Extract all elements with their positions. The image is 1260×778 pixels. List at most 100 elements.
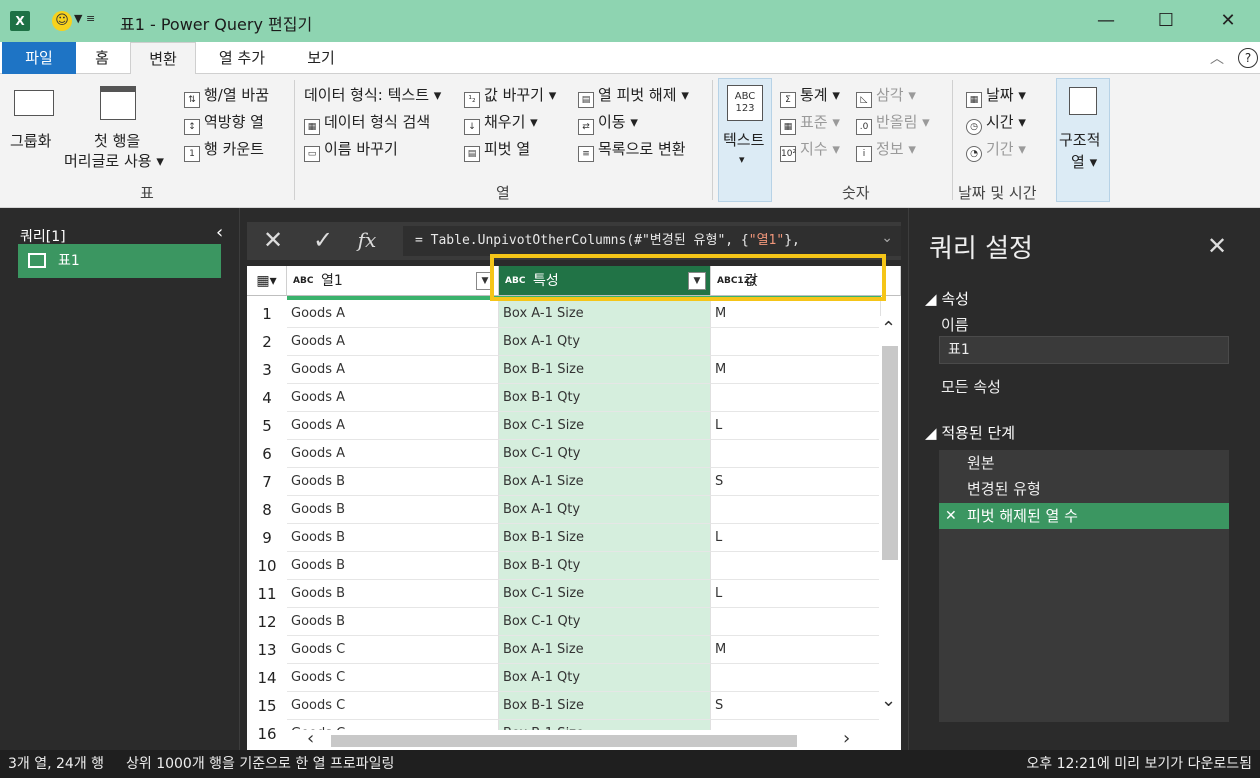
table-cell[interactable]: Goods B — [287, 608, 499, 636]
table-cell[interactable]: Goods B — [287, 580, 499, 608]
commit-formula-icon[interactable]: ✓ — [303, 226, 343, 254]
rename-button[interactable]: ▭ 이름 바꾸기 — [304, 138, 398, 162]
minimize-button[interactable]: — — [1076, 6, 1136, 36]
table-cell[interactable]: Box C-1 Qty — [499, 608, 711, 636]
tab-view[interactable]: 보기 — [288, 42, 354, 74]
text-column-button[interactable]: ABC 123 텍스트 ▾ — [718, 78, 772, 202]
properties-section[interactable]: ◢ 속성 — [925, 288, 969, 309]
close-button[interactable]: ✕ — [1198, 6, 1258, 36]
tab-file[interactable]: 파일 — [2, 42, 76, 74]
convert-to-list-button[interactable]: ≡ 목록으로 변환 — [578, 138, 686, 162]
table-cell[interactable]: Goods A — [287, 328, 499, 356]
table-cell[interactable]: Box B-1 Size — [499, 524, 711, 552]
table-cell[interactable]: M — [711, 636, 881, 664]
move-button[interactable]: ⇄ 이동 ▾ — [578, 111, 638, 135]
applied-steps-section[interactable]: ◢ 적용된 단계 — [925, 422, 1015, 443]
duration-button[interactable]: ◔ 기간 ▾ — [966, 138, 1026, 162]
row-number[interactable]: 13 — [247, 636, 287, 664]
reverse-rows-button[interactable]: ↕ 역방향 열 — [184, 111, 264, 135]
use-first-row-headers-line1[interactable]: 첫 행을 — [94, 130, 140, 151]
table-cell[interactable]: Box B-1 Qty — [499, 552, 711, 580]
table-cell[interactable]: Goods A — [287, 440, 499, 468]
tab-add-column[interactable]: 열 추가 — [200, 42, 284, 74]
table-cell[interactable] — [711, 384, 881, 412]
table-cell[interactable]: S — [711, 468, 881, 496]
table-cell[interactable]: Goods B — [287, 552, 499, 580]
table-cell[interactable]: Box C-1 Size — [499, 580, 711, 608]
table-cell[interactable]: Goods C — [287, 664, 499, 692]
horizontal-scrollbar[interactable]: ‹ › — [287, 728, 879, 750]
text-type-icon[interactable]: ABC — [293, 276, 317, 286]
table-cell[interactable]: Box C-1 Size — [499, 412, 711, 440]
query-name-input[interactable]: 표1 — [939, 336, 1229, 364]
information-button[interactable]: i 정보 ▾ — [856, 138, 916, 162]
scroll-right-icon[interactable]: › — [843, 728, 850, 749]
table-menu-icon[interactable]: ▦▾ — [247, 266, 287, 296]
fill-button[interactable]: ↓ 채우기 ▾ — [464, 111, 538, 135]
feedback-smiley-icon[interactable]: ☺ — [52, 11, 72, 31]
table-cell[interactable]: Box A-1 Size — [499, 636, 711, 664]
table-cell[interactable] — [711, 608, 881, 636]
vertical-scroll-thumb[interactable] — [882, 346, 898, 560]
transpose-button[interactable]: ⇅ 행/열 바꿈 — [184, 84, 269, 108]
table-cell[interactable]: Box A-1 Size — [499, 468, 711, 496]
cancel-formula-icon[interactable]: ✕ — [253, 226, 293, 254]
table-cell[interactable] — [711, 440, 881, 468]
row-number[interactable]: 7 — [247, 468, 287, 496]
row-number[interactable]: 14 — [247, 664, 287, 692]
detect-data-type-button[interactable]: ▦ 데이터 형식 검색 — [304, 111, 430, 135]
count-rows-button[interactable]: 1행 카운트 — [184, 138, 264, 162]
step-source[interactable]: 원본 — [939, 450, 1229, 476]
tab-transform[interactable]: 변환 — [130, 42, 196, 75]
table-cell[interactable]: Box A-1 Size — [499, 300, 711, 328]
table-cell[interactable]: M — [711, 356, 881, 384]
time-button[interactable]: ◷ 시간 ▾ — [966, 111, 1026, 135]
status-profiling[interactable]: 상위 1000개 행을 기준으로 한 열 프로파일링 — [126, 750, 394, 778]
table-cell[interactable]: Goods A — [287, 300, 499, 328]
table-cell[interactable]: Goods A — [287, 356, 499, 384]
all-properties-link[interactable]: 모든 속성 — [941, 376, 1001, 397]
table-cell[interactable]: L — [711, 524, 881, 552]
row-number[interactable]: 6 — [247, 440, 287, 468]
table-cell[interactable]: Box A-1 Qty — [499, 496, 711, 524]
row-number[interactable]: 11 — [247, 580, 287, 608]
collapse-pane-icon[interactable]: ‹ — [216, 222, 223, 243]
scroll-left-icon[interactable]: ‹ — [307, 728, 314, 749]
group-by-button[interactable]: 그룹화 — [10, 130, 51, 151]
collapse-ribbon-icon[interactable]: ︿ — [1210, 48, 1224, 68]
table-cell[interactable]: Box A-1 Qty — [499, 328, 711, 356]
table-cell[interactable]: Box B-1 Size — [499, 692, 711, 720]
table-cell[interactable]: Box B-1 Size — [499, 356, 711, 384]
table-cell[interactable]: Box C-1 Qty — [499, 440, 711, 468]
row-number[interactable]: 5 — [247, 412, 287, 440]
statistics-button[interactable]: Σ 통계 ▾ — [780, 84, 840, 108]
trigonometry-button[interactable]: ◺ 삼각 ▾ — [856, 84, 916, 108]
fx-icon[interactable]: fx — [347, 228, 387, 252]
expand-formula-icon[interactable]: ⌄ — [881, 230, 893, 246]
step-changed-type[interactable]: 변경된 유형 — [939, 476, 1229, 502]
rounding-button[interactable]: .0 반올림 ▾ — [856, 111, 930, 135]
table-cell[interactable] — [711, 664, 881, 692]
table-cell[interactable]: S — [711, 692, 881, 720]
pivot-column-button[interactable]: ▤ 피벗 열 — [464, 138, 530, 162]
table-cell[interactable]: Goods B — [287, 496, 499, 524]
row-number[interactable]: 12 — [247, 608, 287, 636]
row-number[interactable]: 1 — [247, 300, 287, 328]
table-cell[interactable]: Box B-1 Qty — [499, 384, 711, 412]
horizontal-scroll-thumb[interactable] — [331, 735, 797, 747]
table-cell[interactable]: L — [711, 580, 881, 608]
table-cell[interactable] — [711, 552, 881, 580]
formula-input[interactable]: = Table.UnpivotOtherColumns(#"변경된 유형", {… — [403, 226, 901, 256]
table-cell[interactable]: Box A-1 Qty — [499, 664, 711, 692]
table-cell[interactable]: Goods B — [287, 468, 499, 496]
unpivot-columns-button[interactable]: ▤ 열 피벗 해제 ▾ — [578, 84, 689, 108]
data-type-dropdown[interactable]: 데이터 형식: 텍스트 ▾ — [304, 84, 441, 105]
column-header-col1[interactable]: ABC 열1 ▼ — [287, 266, 499, 296]
vertical-scrollbar[interactable]: ⌃ ⌄ — [879, 316, 901, 750]
tab-home[interactable]: 홈 — [78, 42, 126, 74]
table-cell[interactable]: M — [711, 300, 881, 328]
row-number[interactable]: 8 — [247, 496, 287, 524]
row-number[interactable]: 16 — [247, 720, 287, 748]
row-number[interactable]: 10 — [247, 552, 287, 580]
row-number[interactable]: 9 — [247, 524, 287, 552]
